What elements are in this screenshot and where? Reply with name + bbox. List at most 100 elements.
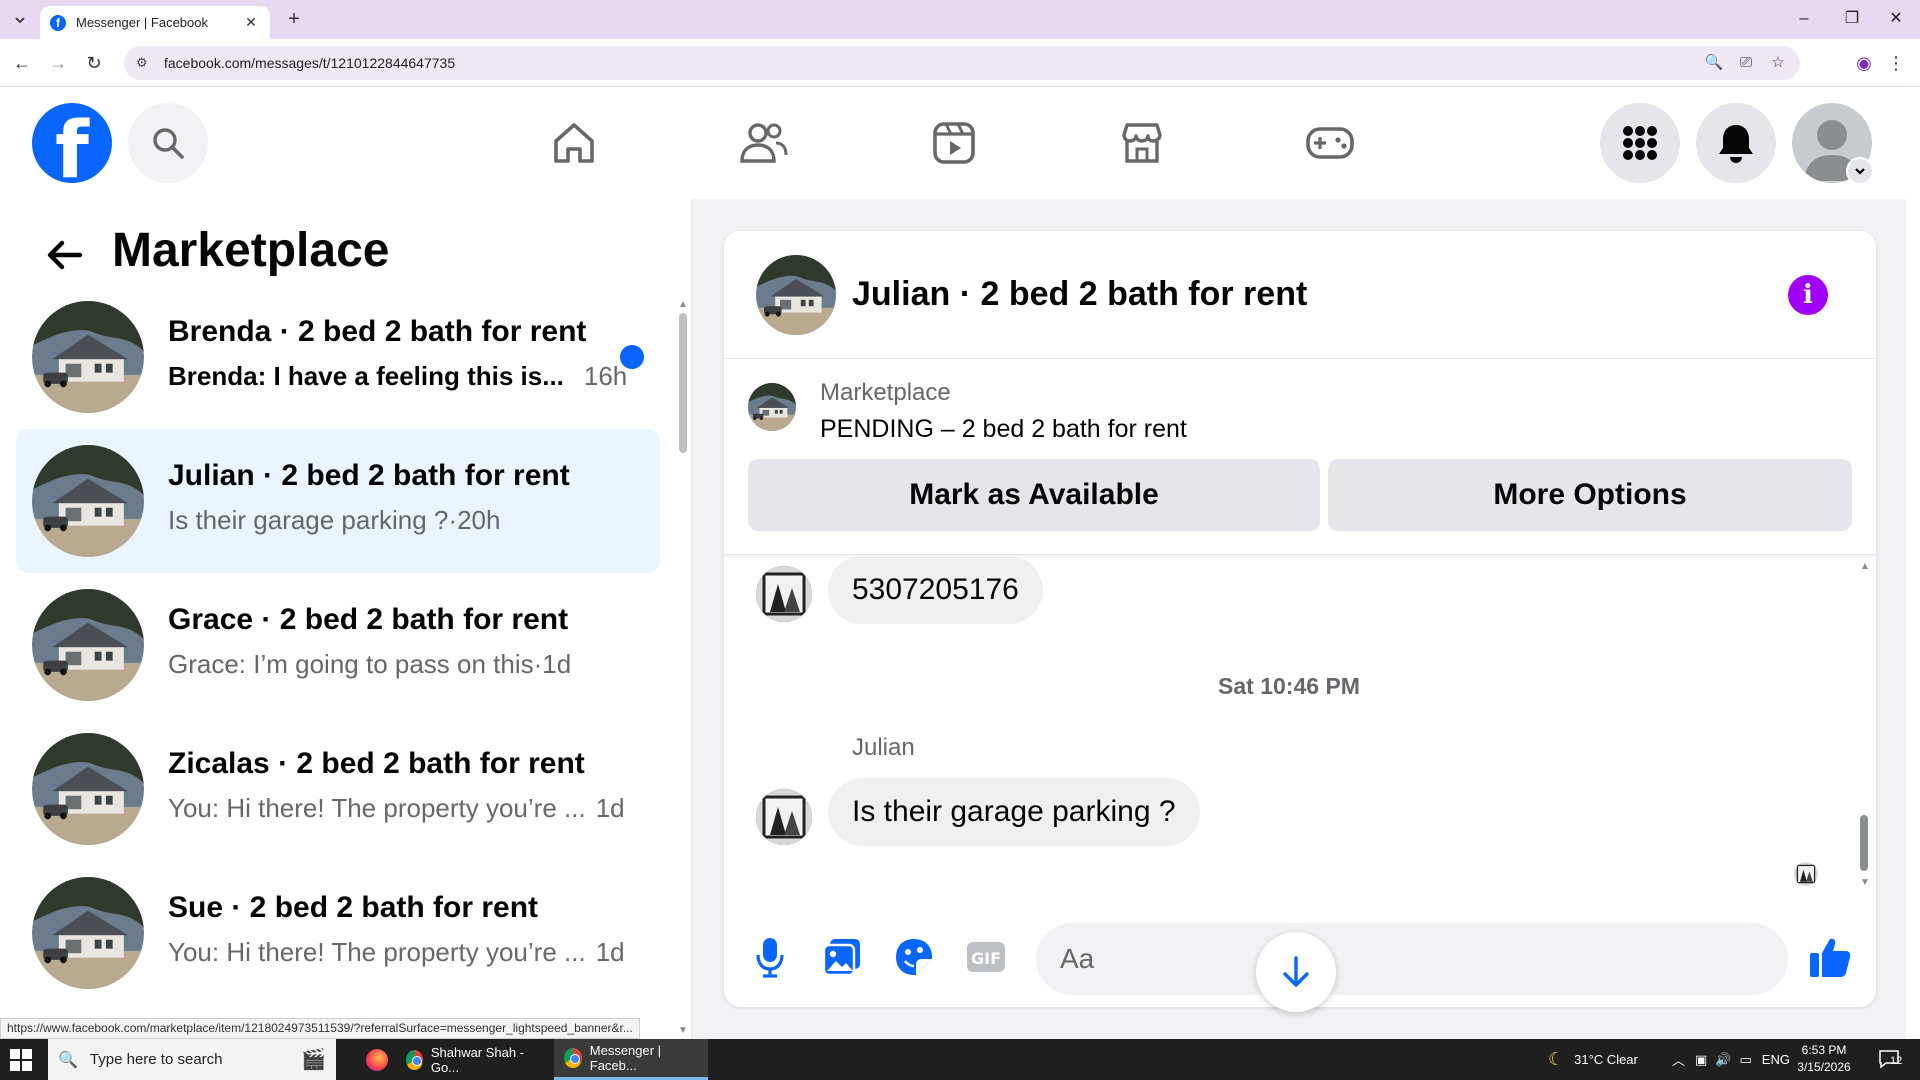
chat-title[interactable]: Julian · 2 bed 2 bath for rent xyxy=(852,275,1307,314)
message-bubble[interactable]: 5307205176 xyxy=(828,556,1043,624)
marketplace-icon xyxy=(1122,123,1162,163)
scroll-down-arrow[interactable]: ▼ xyxy=(678,1025,688,1036)
nav-home[interactable] xyxy=(542,111,606,175)
scroll-up-arrow[interactable]: ▲ xyxy=(678,299,688,310)
system-tray: ︿ ▣ 🔊 ▭ ENG xyxy=(1672,1039,1790,1080)
nav-gaming[interactable] xyxy=(1298,111,1362,175)
conversation-preview: Brenda: I have a feeling this is... 16h xyxy=(168,361,627,392)
message-input-box[interactable] xyxy=(1036,923,1788,995)
facebook-logo[interactable]: f xyxy=(32,103,112,183)
browser-tab-messenger[interactable]: f Messenger | Facebook ✕ xyxy=(40,6,270,39)
conversation-name: Julian · 2 bed 2 bath for rent xyxy=(168,459,570,492)
conversation-item[interactable]: Brenda · 2 bed 2 bath for rent Brenda: I … xyxy=(16,285,660,429)
notifications-button[interactable] xyxy=(1696,103,1776,183)
browser-tab-bar: f Messenger | Facebook ✕ + – ❐ ✕ xyxy=(0,0,1920,39)
conversation-info-button[interactable]: i xyxy=(1788,275,1828,315)
conversation-thumbnail xyxy=(32,877,144,989)
page-scrollbar[interactable] xyxy=(1906,87,1920,1039)
minimize-button[interactable]: – xyxy=(1792,8,1816,32)
taskbar-app-label: Shahwar Shah - Go... xyxy=(430,1044,525,1075)
back-arrow-button[interactable] xyxy=(44,235,84,275)
pane-title: Marketplace xyxy=(112,224,390,277)
volume-icon[interactable]: 🔊 xyxy=(1715,1052,1731,1068)
preview-text: Grace: I’m going to pass on this xyxy=(168,649,534,679)
conversation-item[interactable]: Sue · 2 bed 2 bath for rent You: Hi there… xyxy=(16,861,660,1005)
sticker-button[interactable] xyxy=(890,933,938,981)
chrome-icon xyxy=(564,1048,582,1068)
conversation-thumbnail xyxy=(32,589,144,701)
house-photo-icon xyxy=(32,589,144,701)
sender-avatar[interactable] xyxy=(756,566,812,622)
listing-small-thumbnail[interactable] xyxy=(748,383,796,431)
chevron-up-icon[interactable]: ︿ xyxy=(1672,1050,1685,1069)
forward-button[interactable]: → xyxy=(46,51,70,75)
restore-button[interactable]: ❐ xyxy=(1840,8,1864,32)
taskbar-chrome-window-1[interactable]: Shahwar Shah - Go... xyxy=(396,1039,546,1080)
chat-scroll-down-arrow[interactable]: ▼ xyxy=(1860,877,1870,888)
close-tab-icon[interactable]: ✕ xyxy=(242,14,260,31)
account-menu-chevron[interactable] xyxy=(1846,157,1874,185)
photo-gallery-icon xyxy=(822,939,860,977)
attach-photo-button[interactable] xyxy=(818,933,866,981)
conversation-item[interactable]: Zicalas · 2 bed 2 bath for rent You: Hi t… xyxy=(16,717,660,861)
scroll-to-latest-button[interactable] xyxy=(1256,932,1336,1012)
site-info-icon[interactable]: ⚙ xyxy=(136,55,152,71)
install-app-icon[interactable]: ⎚ xyxy=(1736,53,1756,73)
notification-center-button[interactable]: 12 xyxy=(1878,1049,1904,1069)
menu-grid-button[interactable] xyxy=(1600,103,1680,183)
facebook-favicon-icon: f xyxy=(50,14,66,31)
conversation-item[interactable]: Julian · 2 bed 2 bath for rent Is their g… xyxy=(16,429,660,573)
gif-button[interactable]: GIF xyxy=(962,933,1010,981)
house-photo-icon xyxy=(756,255,836,335)
close-window-button[interactable]: ✕ xyxy=(1884,8,1908,32)
tab-search-button[interactable] xyxy=(8,8,32,32)
weather-text: 31°C Clear xyxy=(1574,1052,1638,1067)
chat-scrollbar[interactable] xyxy=(1860,815,1868,871)
chat-scroll-up-arrow[interactable]: ▲ xyxy=(1860,561,1870,572)
conversation-list-scrollbar[interactable] xyxy=(679,313,687,453)
profile-icon[interactable]: ◉ xyxy=(1852,51,1876,75)
message-input[interactable] xyxy=(1060,943,1764,975)
nav-friends[interactable] xyxy=(732,111,796,175)
facebook-top-nav: f xyxy=(0,87,1906,199)
mark-available-button[interactable]: Mark as Available xyxy=(748,459,1320,531)
more-options-button[interactable]: More Options xyxy=(1328,459,1852,531)
system-clock[interactable]: 6:53 PM 3/15/2026 xyxy=(1782,1042,1866,1076)
marketplace-label: Marketplace xyxy=(820,379,951,406)
send-like-button[interactable] xyxy=(1806,933,1854,981)
marketplace-conversation-list: Marketplace Brenda · 2 bed 2 bath for re… xyxy=(0,199,692,1039)
meet-icon[interactable]: ▣ xyxy=(1695,1052,1707,1068)
taskbar-search[interactable]: 🔍 Type here to search 🎬 xyxy=(48,1039,336,1080)
address-bar[interactable]: ⚙ facebook.com/messages/t/12101228446477… xyxy=(124,46,1800,80)
preview-separator: · xyxy=(533,649,543,679)
sender-photo-icon xyxy=(756,789,812,845)
notification-count: 12 xyxy=(1890,1055,1903,1067)
reload-button[interactable]: ↻ xyxy=(82,51,106,75)
conversation-preview: You: Hi there! The property you’re ... 1d xyxy=(168,793,625,824)
message-bubble[interactable]: Is their garage parking ? xyxy=(828,778,1200,846)
message-sender-name: Julian xyxy=(852,734,915,761)
url-text[interactable]: facebook.com/messages/t/1210122844647735 xyxy=(164,55,1692,71)
new-tab-button[interactable]: + xyxy=(282,8,306,32)
sender-avatar[interactable] xyxy=(756,789,812,845)
nav-marketplace[interactable] xyxy=(1110,111,1174,175)
network-icon[interactable]: ▭ xyxy=(1740,1052,1752,1068)
listing-thumbnail[interactable] xyxy=(756,255,836,335)
conversation-item[interactable]: Grace · 2 bed 2 bath for rent Grace: I’m … xyxy=(16,573,660,717)
conversation-name: Brenda · 2 bed 2 bath for rent xyxy=(168,315,587,348)
listing-status[interactable]: PENDING – 2 bed 2 bath for rent xyxy=(820,415,1187,444)
message-thread: 5307205176 Sat 10:46 PM Julian Is their … xyxy=(724,556,1876,886)
zoom-icon[interactable]: 🔍 xyxy=(1704,53,1724,73)
back-button[interactable]: ← xyxy=(10,51,34,75)
tab-title: Messenger | Facebook xyxy=(76,15,208,30)
search-highlight-icon: 🎬 xyxy=(301,1049,326,1071)
voice-clip-button[interactable] xyxy=(746,933,794,981)
weather-widget[interactable]: ☾ 31°C Clear xyxy=(1548,1039,1638,1080)
nav-video[interactable] xyxy=(922,111,986,175)
bookmark-star-icon[interactable]: ☆ xyxy=(1768,53,1788,73)
start-button[interactable] xyxy=(10,1049,32,1071)
home-icon xyxy=(554,123,594,163)
browser-menu-icon[interactable]: ⋮ xyxy=(1884,51,1908,75)
taskbar-chrome-window-2[interactable]: Messenger | Faceb... xyxy=(554,1039,708,1080)
facebook-search-button[interactable] xyxy=(128,103,208,183)
